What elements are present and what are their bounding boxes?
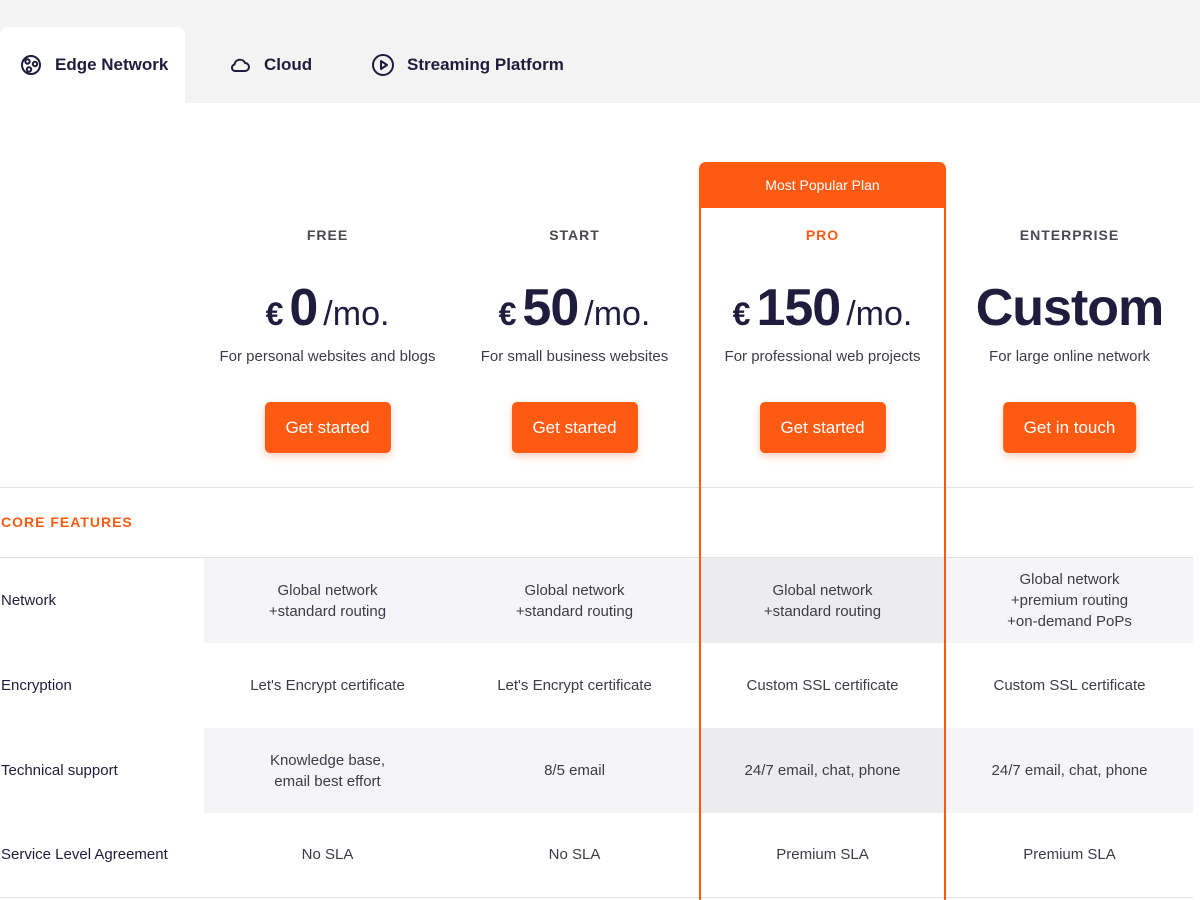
feature-cell: No SLA (204, 812, 451, 897)
price-period: /mo. (846, 295, 913, 333)
plan-name: PRO (805, 227, 840, 243)
tab-label: Streaming Platform (407, 55, 564, 74)
cell-line: Premium SLA (1023, 846, 1116, 863)
plan-price: € 0 /mo. (204, 278, 451, 338)
feature-cell: Knowledge base, email best effort (204, 728, 451, 813)
play-circle-icon (371, 53, 395, 77)
most-popular-badge: Most Popular Plan (699, 162, 946, 208)
cell-line: Let's Encrypt certificate (497, 677, 652, 694)
plan-pro: PRO € 150 /mo. For professional web proj… (699, 208, 946, 488)
feature-cell: Global network +premium routing +on-dema… (946, 558, 1193, 643)
plan-price: € 150 /mo. (699, 278, 946, 338)
cell-line: Knowledge base, (269, 751, 386, 769)
feature-cell: Premium SLA (699, 812, 946, 897)
cell-line: Global network (524, 581, 625, 599)
cell-line: Custom SSL certificate (746, 677, 899, 694)
cell-line: 24/7 email, chat, phone (744, 762, 901, 779)
plan-enterprise: ENTERPRISE Custom For large online netwo… (946, 208, 1193, 488)
get-in-touch-button[interactable]: Get in touch (1002, 402, 1137, 453)
feature-cell: Let's Encrypt certificate (451, 643, 698, 728)
feature-row-sla: Service Level Agreement No SLA No SLA Pr… (0, 812, 1193, 897)
tab-streaming-platform[interactable]: Streaming Platform (371, 27, 591, 103)
feature-cell: Custom SSL certificate (946, 643, 1193, 728)
feature-cell: Global network +standard routing (699, 558, 946, 643)
cell-line: +standard routing (268, 602, 387, 620)
divider (0, 897, 1193, 898)
feature-row-network: Network Global network +standard routing… (0, 558, 1193, 643)
plan-price: Custom (946, 278, 1193, 338)
price-amount: 50 (522, 279, 579, 337)
plan-name: FREE (306, 227, 349, 243)
tab-cloud[interactable]: Cloud (228, 27, 338, 103)
plan-price: € 50 /mo. (451, 278, 698, 338)
feature-label: Technical support (1, 762, 118, 779)
plan-name: START (549, 227, 600, 243)
price-amount: 0 (289, 279, 318, 337)
feature-cell: Global network +standard routing (204, 558, 451, 643)
product-tab-bar: Edge Network Cloud Streaming Platform (0, 0, 1200, 103)
tab-edge-network[interactable]: Edge Network (0, 27, 185, 103)
feature-cell: 24/7 email, chat, phone (699, 728, 946, 813)
cell-line: No SLA (301, 846, 354, 863)
price-period: /mo. (323, 295, 390, 333)
section-title: CORE FEATURES (1, 514, 133, 530)
cell-line: +standard routing (515, 602, 634, 620)
cell-line: 24/7 email, chat, phone (991, 762, 1148, 779)
edge-network-icon (19, 53, 43, 77)
cell-line: No SLA (548, 846, 601, 863)
feature-cell: Global network +standard routing (451, 558, 698, 643)
cell-line: Custom SSL certificate (993, 677, 1146, 694)
get-started-pro-button[interactable]: Get started (759, 402, 886, 453)
price-period: /mo. (584, 295, 651, 333)
divider (0, 487, 1193, 488)
plan-start: START € 50 /mo. For small business websi… (451, 208, 698, 488)
feature-row-encryption: Encryption Let's Encrypt certificate Let… (0, 643, 1193, 728)
cell-line: +standard routing (763, 602, 882, 620)
tab-label: Cloud (264, 55, 313, 74)
feature-label: Service Level Agreement (1, 846, 168, 863)
cell-line: +premium routing (1010, 592, 1129, 609)
cell-line: Global network (772, 581, 873, 599)
feature-cell: 8/5 email (451, 728, 698, 813)
plan-name: ENTERPRISE (1019, 227, 1120, 243)
cell-line: +on-demand PoPs (1007, 613, 1132, 630)
feature-cell: Premium SLA (946, 812, 1193, 897)
pricing-page: Edge Network Cloud Streaming Platform Mo… (0, 0, 1200, 900)
feature-row-technical-support: Technical support Knowledge base, email … (0, 728, 1193, 813)
price-amount: Custom (975, 279, 1165, 337)
price-currency: € (732, 296, 751, 332)
plan-description: For professional web projects (724, 348, 921, 365)
plan-description: For personal websites and blogs (219, 348, 436, 365)
cell-line: Global network (1019, 571, 1120, 588)
cell-line: Global network (277, 581, 378, 599)
feature-cell: 24/7 email, chat, phone (946, 728, 1193, 813)
price-amount: 150 (756, 279, 841, 337)
feature-label: Network (1, 592, 57, 609)
cell-line: 8/5 email (544, 762, 605, 779)
feature-cell: No SLA (451, 812, 698, 897)
price-currency: € (265, 296, 284, 332)
feature-cell: Let's Encrypt certificate (204, 643, 451, 728)
tab-label: Edge Network (55, 55, 169, 74)
cell-line: Let's Encrypt certificate (250, 677, 405, 694)
price-currency: € (498, 296, 517, 332)
cloud-icon (228, 53, 252, 77)
get-started-free-button[interactable]: Get started (264, 402, 391, 453)
cell-line: email best effort (274, 772, 381, 790)
plan-description: For small business websites (480, 348, 669, 365)
plan-description: For large online network (989, 348, 1150, 365)
cell-line: Premium SLA (776, 846, 869, 863)
get-started-start-button[interactable]: Get started (511, 402, 638, 453)
feature-cell: Custom SSL certificate (699, 643, 946, 728)
feature-label: Encryption (1, 677, 72, 694)
plan-free: FREE € 0 /mo. For personal websites and … (204, 208, 451, 488)
